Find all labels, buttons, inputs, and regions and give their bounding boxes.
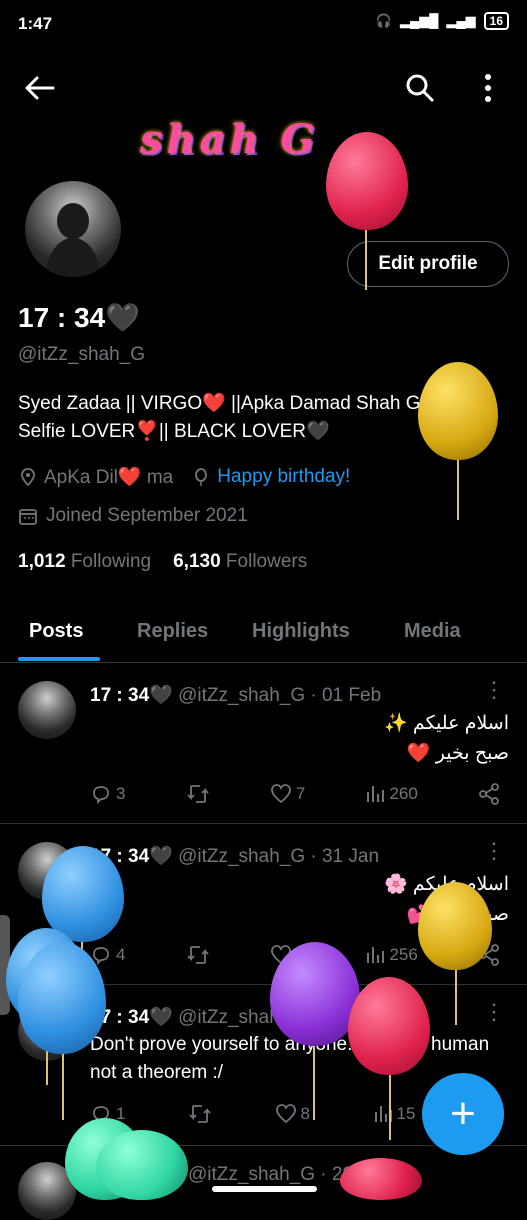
- heart-icon: [275, 1104, 296, 1124]
- repost-icon: [187, 946, 209, 964]
- yellow-balloon: [418, 882, 492, 970]
- location-pin-icon: [21, 468, 35, 487]
- repost-button[interactable]: [188, 1103, 212, 1125]
- balloon-string: [455, 965, 457, 1025]
- post-meta: @itZz_shah_G · 31 Jan: [178, 846, 380, 867]
- top-app-bar: [0, 58, 527, 118]
- reply-count: 4: [116, 945, 126, 964]
- reply-button[interactable]: 3: [90, 783, 125, 805]
- profile-handle: @itZz_shah_G: [18, 344, 146, 365]
- views-icon: [367, 947, 385, 963]
- headset-icon: 🎧: [375, 13, 392, 28]
- tab-media[interactable]: Media: [404, 620, 461, 643]
- yellow-balloon: [418, 362, 498, 460]
- back-button[interactable]: [20, 68, 60, 108]
- post-actions: 3 7 260: [90, 783, 500, 805]
- more-vertical-icon: [485, 74, 491, 102]
- balloon-icon: [195, 468, 208, 486]
- post-line: اسلام علیکم ✨: [383, 713, 509, 734]
- follow-stats: 1,012 Following 6,130 Followers: [18, 551, 307, 573]
- balloon-string: [62, 1050, 64, 1120]
- green-balloon: [96, 1130, 188, 1200]
- status-bar: 1:47 🎧 ▂▄▆█ ▂▄▆ 16: [0, 0, 527, 48]
- views-icon: [367, 786, 385, 802]
- like-button[interactable]: 8: [275, 1103, 310, 1125]
- status-time: 1:47: [18, 14, 53, 33]
- search-button[interactable]: [400, 68, 440, 108]
- repost-button[interactable]: [186, 944, 210, 966]
- share-button[interactable]: [478, 783, 500, 805]
- followers-label: Followers: [225, 551, 308, 572]
- share-icon: [479, 783, 499, 805]
- balloon-string: [365, 225, 367, 290]
- tab-posts[interactable]: Posts: [29, 620, 83, 643]
- post-author-name: 17 : 34🖤: [90, 685, 173, 706]
- tab-highlights[interactable]: Highlights: [252, 620, 350, 643]
- views-count: 256: [389, 945, 418, 964]
- balloon-string: [457, 455, 459, 520]
- repost-icon: [187, 785, 209, 803]
- gesture-nav-bar[interactable]: [212, 1186, 317, 1192]
- like-button[interactable]: 7: [270, 783, 305, 805]
- plus-icon: +: [450, 1089, 476, 1138]
- followers-count: 6,130: [173, 551, 221, 572]
- balloon-string: [389, 1070, 391, 1140]
- post-line: صبح بخیر ❤️: [406, 743, 509, 764]
- red-balloon: [348, 977, 430, 1075]
- like-count: 7: [295, 784, 306, 803]
- balloon-string: [313, 1040, 315, 1120]
- signal-icon: ▂▄▆█: [400, 13, 439, 28]
- more-options-button[interactable]: [468, 68, 508, 108]
- active-tab-indicator: [18, 657, 100, 661]
- compose-post-button[interactable]: +: [422, 1073, 504, 1155]
- profile-tabs: Posts Replies Highlights Media: [0, 600, 527, 663]
- followers-stat[interactable]: 6,130 Followers: [173, 551, 307, 573]
- reply-count: 3: [116, 784, 126, 803]
- following-count: 1,012: [18, 551, 66, 572]
- like-count: 8: [300, 1104, 310, 1123]
- heart-icon: [270, 784, 291, 804]
- post-body: اسلام علیکم ✨ صبح بخیر ❤️: [384, 709, 509, 769]
- profile-name: 17 : 34🖤: [18, 302, 141, 333]
- profile-joined-row: Joined September 2021: [18, 505, 248, 527]
- battery-level: 16: [483, 12, 509, 30]
- post-more-button[interactable]: ⋮: [483, 838, 505, 864]
- arrow-left-icon: [25, 76, 55, 100]
- views-button[interactable]: 256: [365, 945, 418, 965]
- reply-icon: [93, 786, 109, 805]
- birthday-link[interactable]: Happy birthday!: [217, 466, 350, 488]
- post-header: 17 : 34🖤 @itZz_shah_G · 01 Feb: [90, 683, 381, 707]
- profile-meta-row: ApKa Dil❤️ ma Happy birthday!: [18, 465, 350, 489]
- edit-profile-button[interactable]: Edit profile: [347, 241, 509, 287]
- following-stat[interactable]: 1,012 Following: [18, 551, 151, 573]
- post-more-button[interactable]: ⋮: [483, 677, 505, 703]
- tab-replies[interactable]: Replies: [137, 620, 208, 643]
- repost-button[interactable]: [186, 783, 210, 805]
- blue-balloon: [18, 942, 106, 1054]
- hooded-figure-image: [45, 203, 101, 277]
- status-icons: 🎧 ▂▄▆█ ▂▄▆ 16: [376, 12, 509, 30]
- repost-icon: [189, 1105, 211, 1123]
- red-balloon: [340, 1158, 422, 1200]
- profile-joined: Joined September 2021: [46, 505, 248, 526]
- blue-balloon: [42, 846, 124, 942]
- search-icon: [406, 74, 434, 102]
- post-item[interactable]: 17 : 34🖤 @itZz_shah_G · 01 Feb ⋮ اسلام ع…: [0, 663, 527, 824]
- post-meta: @itZz_shah_G · 01 Feb: [178, 685, 382, 706]
- following-label: Following: [70, 551, 152, 572]
- post-avatar[interactable]: [18, 681, 76, 739]
- profile-avatar[interactable]: [22, 178, 124, 280]
- views-button[interactable]: 15: [373, 1104, 416, 1124]
- purple-balloon: [270, 942, 360, 1046]
- red-balloon: [326, 132, 408, 230]
- banner-text: shah G: [140, 116, 319, 163]
- views-count: 15: [396, 1104, 416, 1123]
- signal-icon-2: ▂▄▆: [446, 13, 476, 28]
- calendar-icon: [19, 509, 37, 525]
- profile-location: ApKa Dil❤️ ma: [44, 467, 174, 488]
- views-count: 260: [389, 784, 418, 803]
- post-more-button[interactable]: ⋮: [483, 999, 505, 1025]
- views-button[interactable]: 260: [365, 784, 418, 804]
- post-header: 17 : 34🖤 @itZz_shah_G · 31 Jan: [90, 844, 379, 868]
